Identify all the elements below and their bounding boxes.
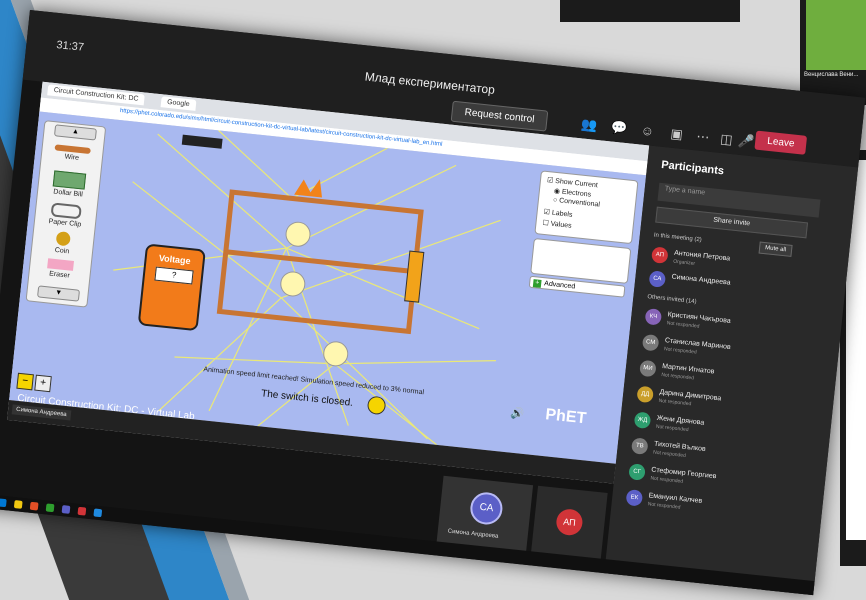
zoom-in-icon[interactable]: + xyxy=(34,374,52,393)
mic-icon[interactable]: 🎤 xyxy=(737,133,755,151)
tool-coin[interactable]: Coin xyxy=(32,229,94,258)
toolbox-down-button[interactable]: ▼ xyxy=(37,285,81,302)
more-icon[interactable]: ⋯ xyxy=(696,128,710,145)
in-meeting-header[interactable]: In this meeting (2) xyxy=(654,232,702,243)
avatar: ЖД xyxy=(633,411,652,430)
taskbar-app-icon[interactable] xyxy=(45,503,55,513)
participant-status: Not responded xyxy=(663,346,697,356)
taskbar-app-icon[interactable] xyxy=(61,505,71,514)
tool-dollar-bill[interactable]: Dollar Bill xyxy=(38,169,100,200)
taskbar-app-icon[interactable] xyxy=(77,506,87,516)
avatar: МИ xyxy=(639,359,657,378)
avatar: ДД xyxy=(636,385,654,404)
participant-status: Not responded xyxy=(658,397,692,408)
participant-status: Not responded xyxy=(647,501,681,511)
meeting-title: Млад експериментатор xyxy=(364,69,496,97)
top-right-label: Венцислава Вени... xyxy=(804,72,859,78)
rooms-icon[interactable]: ▣ xyxy=(670,126,684,143)
participant-status: Not responded xyxy=(666,320,700,330)
paper-clip-icon xyxy=(50,202,82,220)
teams-window: 31:37 Млад експериментатор Request contr… xyxy=(0,10,866,596)
top-monitor xyxy=(560,0,740,22)
plus-icon: + xyxy=(532,279,542,288)
avatar: СГ xyxy=(628,463,646,481)
participant-name: Симона Андреева xyxy=(671,273,731,287)
avatar: СА xyxy=(648,270,667,288)
voltmeter-display: ? xyxy=(154,266,194,285)
others-invited-header[interactable]: Others invited (14) xyxy=(647,294,697,305)
advanced-label: Advanced xyxy=(543,280,576,291)
avatar: СА xyxy=(468,490,504,527)
avatar: СМ xyxy=(641,333,660,352)
values-checkbox[interactable]: ☐ Values xyxy=(542,219,572,230)
coin-icon xyxy=(55,231,71,247)
participant-status: Not responded xyxy=(652,449,687,459)
leave-button[interactable]: Leave xyxy=(754,130,808,155)
tool-eraser[interactable]: Eraser xyxy=(29,256,91,281)
conventional-radio[interactable]: ○ Conventional xyxy=(553,197,601,209)
voltmeter-label: Voltage xyxy=(158,252,192,267)
tool-wire[interactable]: Wire xyxy=(42,143,103,164)
circuit-wires xyxy=(216,189,424,335)
camera-off-icon[interactable]: ◫ xyxy=(719,131,734,148)
avatar: КЧ xyxy=(644,308,663,326)
avatar: ТВ xyxy=(630,437,649,455)
participant-status: Not responded xyxy=(660,372,695,382)
resistor xyxy=(404,250,425,303)
mute-all-button[interactable]: Mute all xyxy=(758,241,793,257)
dollar-bill-icon xyxy=(52,170,87,190)
view-controls-panel: ☑ Show Current ◉ Electrons ○ Conventiona… xyxy=(534,170,639,245)
participants-icon[interactable]: 👥 xyxy=(580,116,598,134)
wire-icon xyxy=(54,144,91,155)
participant-status: Not responded xyxy=(655,423,689,434)
top-right-monitor: Венцислава Вени... xyxy=(800,0,866,105)
reactions-icon[interactable]: ☺ xyxy=(640,123,655,139)
taskbar-app-icon[interactable] xyxy=(29,501,39,511)
taskbar-app-icon[interactable] xyxy=(13,500,23,509)
voltmeter[interactable]: Voltage ? xyxy=(137,243,206,332)
toolbox-up-button[interactable]: ▲ xyxy=(53,124,97,141)
participant-video-tile: АП xyxy=(530,485,608,563)
presenter-name-tag: Симона Андреева xyxy=(11,404,72,421)
right-caption: Cir xyxy=(848,520,859,529)
avatar: АП xyxy=(651,246,669,264)
self-name: Симона Андреева xyxy=(447,528,499,540)
tab-google[interactable]: Google xyxy=(160,96,197,111)
zoom-out-icon[interactable]: − xyxy=(16,372,34,391)
eraser-icon xyxy=(47,258,75,271)
participant-status: Not responded xyxy=(650,475,684,485)
light-bulb-1 xyxy=(285,221,311,247)
participants-panel: Participants Type a name Share invite In… xyxy=(604,145,859,596)
top-right-screen xyxy=(806,0,866,70)
fire-icon xyxy=(294,179,322,198)
participant-status: Organizer xyxy=(672,258,696,267)
sound-icon[interactable]: 🔊 xyxy=(510,406,525,420)
participants-title: Participants xyxy=(660,158,725,178)
avatar: ЕК xyxy=(625,489,644,507)
avatar: АП xyxy=(555,507,584,537)
taskbar-app-icon[interactable] xyxy=(93,508,103,518)
labels-checkbox[interactable]: ☑ Labels xyxy=(543,208,573,219)
taskbar-app-icon[interactable] xyxy=(0,498,7,508)
tool-paper-clip[interactable]: Paper Clip xyxy=(35,201,97,230)
chat-icon[interactable]: 💬 xyxy=(610,119,628,137)
battery xyxy=(181,134,223,149)
call-timer: 31:37 xyxy=(55,38,85,54)
